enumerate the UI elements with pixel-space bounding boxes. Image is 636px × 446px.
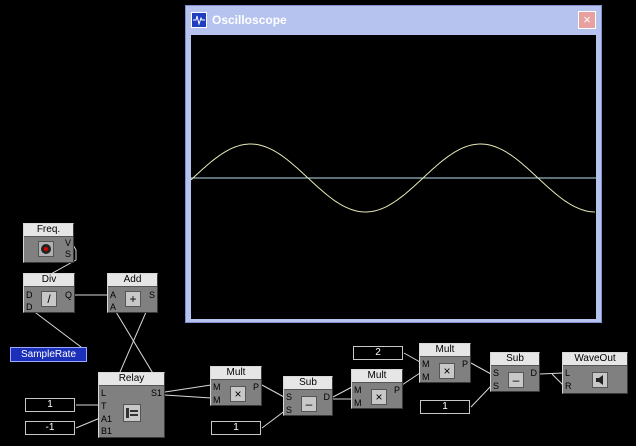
- pin-r[interactable]: R: [565, 381, 572, 391]
- pin-m-top[interactable]: M: [422, 359, 430, 369]
- pin-s-top[interactable]: S: [286, 392, 292, 402]
- pin-t[interactable]: T: [101, 401, 107, 411]
- module-mult[interactable]: Mult × M M P: [351, 369, 403, 409]
- pin-p[interactable]: P: [253, 382, 259, 392]
- module-title: WaveOut: [563, 353, 627, 366]
- minus-icon: –: [508, 372, 524, 388]
- close-button[interactable]: ×: [578, 11, 596, 29]
- pin-d-bottom[interactable]: D: [26, 302, 33, 312]
- wire-mult3-sub2: [470, 362, 492, 375]
- pin-a-bottom[interactable]: A: [110, 302, 116, 312]
- samplerate-label[interactable]: SampleRate: [10, 347, 87, 362]
- wire-c-sub2: [470, 385, 492, 408]
- module-title: Mult: [420, 344, 470, 357]
- pin-s-bottom[interactable]: S: [493, 381, 499, 391]
- constant-input[interactable]: 1: [211, 421, 261, 435]
- pin-d-top[interactable]: D: [26, 290, 33, 300]
- module-title: Freq.: [24, 224, 73, 237]
- constant-input[interactable]: -1: [25, 421, 75, 435]
- wire-relay-mult1-b: [164, 394, 212, 399]
- pin-s-bottom[interactable]: S: [286, 405, 292, 415]
- window-title: Oscilloscope: [212, 13, 287, 27]
- module-sub[interactable]: Sub – S S D: [490, 352, 540, 392]
- wire-c2-mult3: [403, 352, 421, 363]
- module-freq[interactable]: Freq. V S: [23, 223, 74, 263]
- constant-input[interactable]: 1: [25, 398, 75, 412]
- pin-p[interactable]: P: [462, 359, 468, 369]
- plus-icon: +: [125, 291, 141, 307]
- wire-mult1-sub1: [261, 384, 285, 398]
- minus-icon: –: [301, 396, 317, 412]
- wire-mult2-mult3: [401, 372, 421, 386]
- pin-d[interactable]: D: [324, 392, 331, 402]
- multiply-icon: ×: [371, 389, 387, 405]
- module-title: Div: [24, 274, 74, 287]
- pin-s[interactable]: S: [149, 290, 155, 300]
- module-waveout[interactable]: WaveOut L R: [562, 352, 628, 394]
- constant-input[interactable]: 2: [353, 346, 403, 360]
- multiply-icon: ×: [230, 386, 246, 402]
- pin-m-top[interactable]: M: [354, 385, 362, 395]
- module-mult[interactable]: Mult × M M P: [210, 366, 262, 406]
- pin-b1[interactable]: B1: [101, 426, 112, 436]
- constant-input[interactable]: 1: [420, 400, 470, 414]
- wire-cneg1-relay: [75, 417, 101, 429]
- wire-samplerate-div: [27, 306, 86, 351]
- module-title: Mult: [211, 367, 261, 380]
- module-sub[interactable]: Sub – S S D: [283, 376, 333, 416]
- oscilloscope-window[interactable]: Oscilloscope ×: [185, 5, 602, 323]
- wire-sub1-mult2-a: [332, 386, 353, 398]
- module-title: Add: [108, 274, 157, 287]
- pin-s-top[interactable]: S: [493, 368, 499, 378]
- module-title: Relay: [99, 373, 164, 386]
- divide-icon: /: [41, 291, 57, 307]
- module-title: Mult: [352, 370, 402, 383]
- module-title: Sub: [284, 377, 332, 390]
- waveform-icon: [191, 12, 207, 28]
- wire-relay-mult1-a: [164, 384, 212, 393]
- pin-m-bottom[interactable]: M: [354, 398, 362, 408]
- pin-v[interactable]: V: [65, 238, 71, 248]
- pin-m-top[interactable]: M: [213, 382, 221, 392]
- pin-l[interactable]: L: [101, 388, 106, 398]
- speaker-icon: [592, 372, 608, 388]
- pin-q[interactable]: Q: [65, 290, 72, 300]
- pin-l[interactable]: L: [565, 368, 570, 378]
- pin-m-bottom[interactable]: M: [213, 395, 221, 405]
- pin-d[interactable]: D: [531, 368, 538, 378]
- module-add[interactable]: Add + A A S: [107, 273, 158, 313]
- module-div[interactable]: Div / D D Q: [23, 273, 75, 313]
- pin-a1[interactable]: A1: [101, 414, 112, 424]
- multiply-icon: ×: [439, 363, 455, 379]
- wire-sub2-waveout-a: [539, 372, 564, 375]
- module-relay[interactable]: Relay L T A1 B1 S1: [98, 372, 165, 438]
- pin-s[interactable]: S: [65, 249, 71, 259]
- pin-s1[interactable]: S1: [151, 388, 162, 398]
- module-title: Sub: [491, 353, 539, 366]
- module-mult[interactable]: Mult × M M P: [419, 343, 471, 383]
- window-titlebar[interactable]: Oscilloscope ×: [186, 6, 601, 35]
- pin-m-bottom[interactable]: M: [422, 372, 430, 382]
- pin-a-top[interactable]: A: [110, 290, 116, 300]
- pin-p[interactable]: P: [394, 385, 400, 395]
- scope-display: [190, 35, 596, 319]
- relay-switch-icon: [123, 404, 141, 422]
- knob-icon[interactable]: [38, 241, 54, 257]
